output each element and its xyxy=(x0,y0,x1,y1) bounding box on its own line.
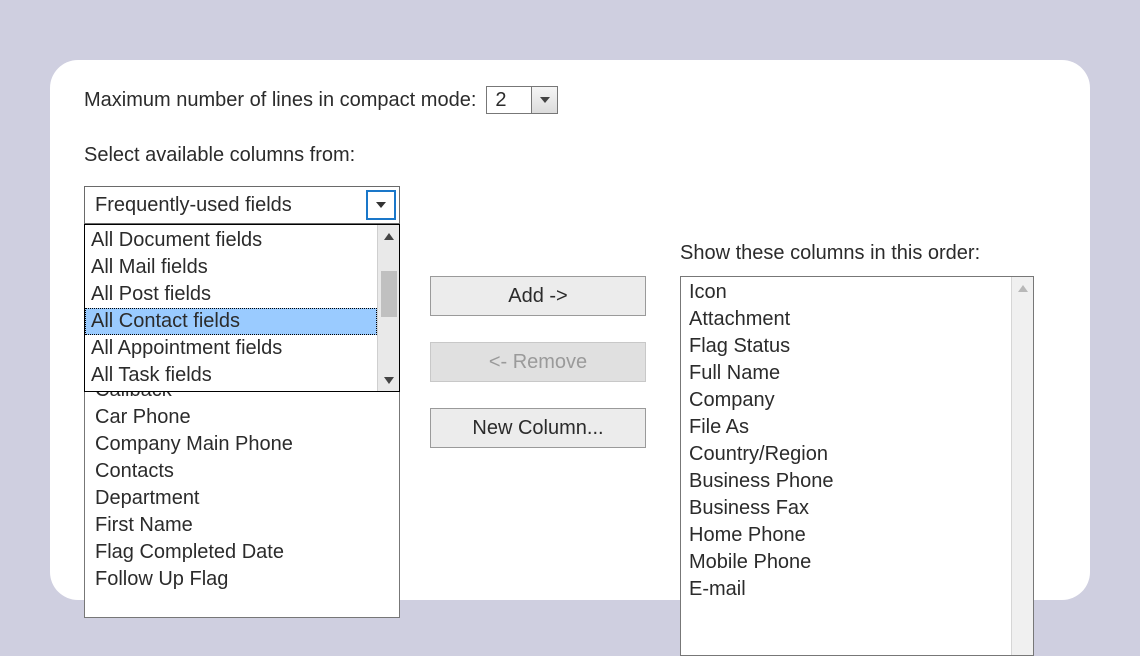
compact-mode-label: Maximum number of lines in compact mode: xyxy=(84,89,476,112)
show-column-item[interactable]: File As xyxy=(681,414,1011,441)
show-column-item[interactable]: Country/Region xyxy=(681,441,1011,468)
scroll-down-icon[interactable] xyxy=(378,369,399,391)
show-column-item[interactable]: Business Phone xyxy=(681,468,1011,495)
available-columns-list: CallbackCar PhoneCompany Main PhoneConta… xyxy=(89,389,379,617)
field-set-value: Frequently-used fields xyxy=(85,192,366,219)
show-column-item[interactable]: E-mail xyxy=(681,576,1011,603)
show-column-item[interactable]: Icon xyxy=(681,279,1011,306)
available-column-item[interactable]: Company Main Phone xyxy=(89,431,379,458)
available-column-item[interactable]: Department xyxy=(89,485,379,512)
field-set-option[interactable]: All Contact fields xyxy=(85,308,377,335)
field-set-options: All Document fieldsAll Mail fieldsAll Po… xyxy=(85,225,377,391)
show-columns-list: IconAttachmentFlag StatusFull NameCompan… xyxy=(681,277,1011,655)
show-column-item[interactable]: Business Fax xyxy=(681,495,1011,522)
available-column-item[interactable]: Flag Completed Date xyxy=(89,539,379,566)
new-column-button[interactable]: New Column... xyxy=(430,408,646,448)
available-column-item[interactable]: Contacts xyxy=(89,458,379,485)
field-set-option[interactable]: All Document fields xyxy=(85,227,377,254)
columns-area: CallbackCar PhoneCompany Main PhoneConta… xyxy=(84,186,1056,600)
available-column-item[interactable]: Car Phone xyxy=(89,404,379,431)
scroll-up-icon[interactable] xyxy=(378,225,399,247)
transfer-buttons: Add -> <- Remove New Column... xyxy=(430,276,646,448)
show-column-item[interactable]: Mobile Phone xyxy=(681,549,1011,576)
compact-lines-dropdown-button[interactable] xyxy=(532,86,558,114)
show-order-label: Show these columns in this order: xyxy=(680,242,980,265)
show-column-item[interactable]: Full Name xyxy=(681,360,1011,387)
show-column-item[interactable]: Flag Status xyxy=(681,333,1011,360)
show-columns-listbox[interactable]: IconAttachmentFlag StatusFull NameCompan… xyxy=(680,276,1034,656)
columns-dialog-panel: Maximum number of lines in compact mode:… xyxy=(50,60,1090,600)
available-column-item[interactable]: Follow Up Flag xyxy=(89,566,379,593)
select-from-label: Select available columns from: xyxy=(84,144,1056,167)
show-column-item[interactable]: Attachment xyxy=(681,306,1011,333)
add-button[interactable]: Add -> xyxy=(430,276,646,316)
field-set-dropdown-list: All Document fieldsAll Mail fieldsAll Po… xyxy=(84,224,400,392)
field-set-dropdown-button[interactable] xyxy=(366,190,396,220)
field-set-option[interactable]: All Appointment fields xyxy=(85,335,377,362)
scroll-thumb[interactable] xyxy=(381,271,397,317)
field-set-option[interactable]: All Post fields xyxy=(85,281,377,308)
show-scrollbar[interactable] xyxy=(1011,277,1033,655)
field-set-option[interactable]: All Mail fields xyxy=(85,254,377,281)
remove-button: <- Remove xyxy=(430,342,646,382)
scroll-up-icon[interactable] xyxy=(1012,277,1033,299)
chevron-down-icon xyxy=(540,97,550,103)
available-column-item[interactable]: First Name xyxy=(89,512,379,539)
field-set-option[interactable]: All Task fields xyxy=(85,362,377,389)
chevron-down-icon xyxy=(376,202,386,208)
compact-mode-row: Maximum number of lines in compact mode:… xyxy=(84,86,1056,114)
compact-lines-select: 2 xyxy=(486,86,558,114)
compact-lines-value[interactable]: 2 xyxy=(486,86,532,114)
show-column-item[interactable]: Home Phone xyxy=(681,522,1011,549)
field-set-combobox[interactable]: Frequently-used fields xyxy=(84,186,400,224)
show-column-item[interactable]: Company xyxy=(681,387,1011,414)
dropdown-scrollbar[interactable] xyxy=(377,225,399,391)
